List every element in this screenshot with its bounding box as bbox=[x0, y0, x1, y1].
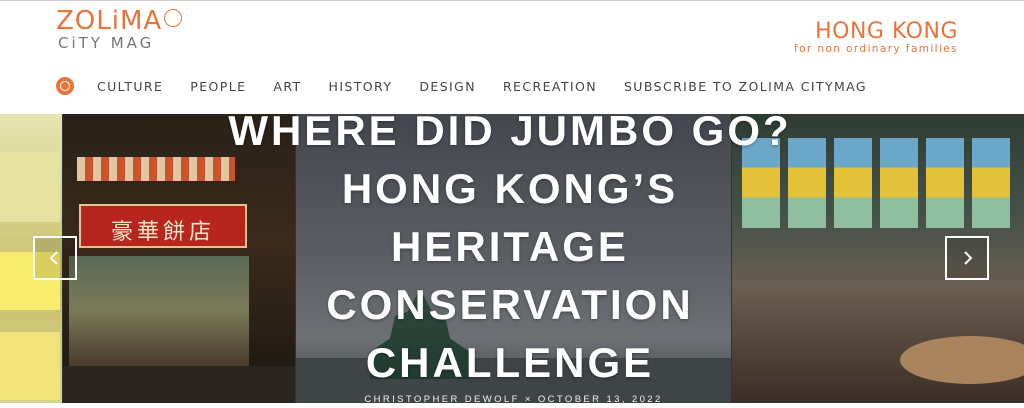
nav-item-people[interactable]: PEOPLE bbox=[190, 79, 246, 94]
logo-sub-text: CiTY MAG bbox=[58, 34, 155, 52]
nav-item-subscribe[interactable]: SUBSCRIBE TO ZOLIMA CITYMAG bbox=[624, 79, 867, 94]
site-tagline: HONG KONG for non ordinary families bbox=[794, 19, 958, 56]
site-header: ZOLiMA CiTY MAG HONG KONG for non ordina… bbox=[0, 0, 1024, 102]
site-logo[interactable]: ZOLiMA CiTY MAG bbox=[56, 6, 182, 52]
cafe-window bbox=[926, 138, 964, 228]
main-nav: CULTURE PEOPLE ART HISTORY DESIGN RECREA… bbox=[56, 75, 894, 97]
tagline-subtitle: for non ordinary families bbox=[794, 43, 958, 55]
nav-item-history[interactable]: HISTORY bbox=[329, 79, 393, 94]
nav-item-culture[interactable]: CULTURE bbox=[97, 79, 163, 94]
slider-next-button[interactable] bbox=[945, 236, 989, 280]
chevron-right-icon bbox=[964, 251, 973, 265]
cafe-window bbox=[880, 138, 918, 228]
cafe-table bbox=[900, 336, 1024, 384]
nav-item-recreation[interactable]: RECREATION bbox=[503, 79, 597, 94]
headline-line: CONSERVATION bbox=[326, 281, 694, 328]
hero-headline[interactable]: WHERE DID JUMBO GO? HONG KONG’S HERITAGE… bbox=[180, 102, 840, 392]
nav-item-art[interactable]: ART bbox=[273, 79, 301, 94]
sticky-note bbox=[0, 152, 60, 222]
headline-line: WHERE DID JUMBO GO? bbox=[228, 107, 792, 154]
page-bottom-strip bbox=[0, 403, 1024, 408]
logo-main-text: ZOLiMA bbox=[56, 6, 163, 36]
headline-line: CHALLENGE bbox=[365, 339, 655, 386]
logo-circle-icon bbox=[164, 9, 182, 27]
sticky-note bbox=[0, 332, 60, 400]
cafe-window bbox=[972, 138, 1010, 228]
tagline-title: HONG KONG bbox=[815, 19, 958, 44]
headline-line: HERITAGE bbox=[391, 223, 629, 270]
nav-item-design[interactable]: DESIGN bbox=[419, 79, 476, 94]
headline-line: HONG KONG’S bbox=[341, 165, 679, 212]
zolima-logo-icon[interactable] bbox=[56, 77, 74, 95]
chevron-left-icon bbox=[49, 251, 58, 265]
slider-prev-button[interactable] bbox=[33, 236, 77, 280]
